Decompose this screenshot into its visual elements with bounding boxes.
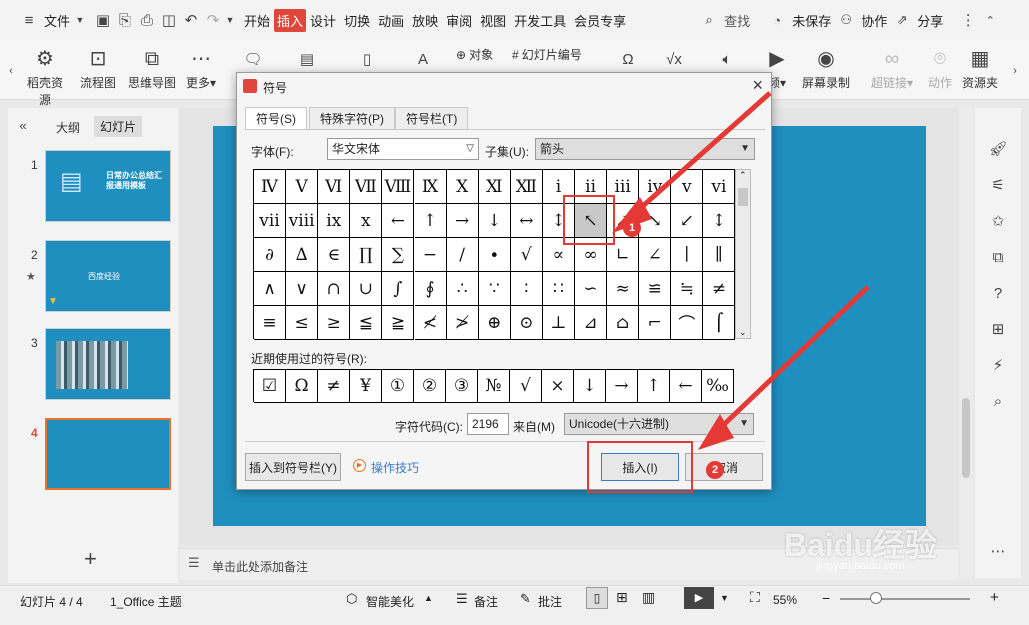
arrow-2 (698, 285, 870, 450)
annotation-arrows (612, 91, 870, 450)
step-badge-1: 1 (623, 219, 641, 237)
step-badge-2: 2 (706, 461, 724, 479)
arrow-1 (612, 91, 772, 233)
